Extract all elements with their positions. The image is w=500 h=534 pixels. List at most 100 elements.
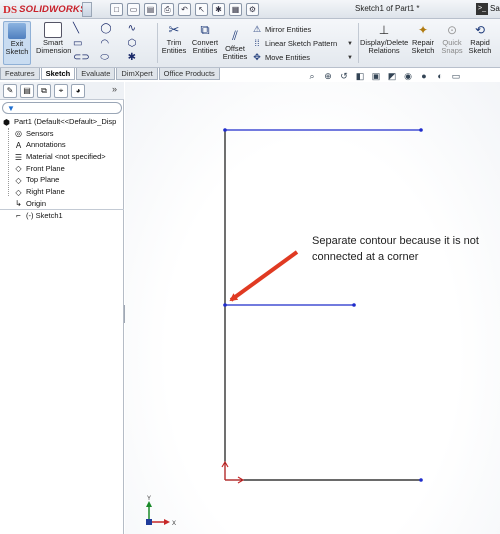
file-properties-icon[interactable]: ▦ bbox=[229, 3, 242, 16]
graphics-area[interactable]: Y X bbox=[125, 82, 500, 534]
tree-item[interactable]: ⌐ (-) Sketch1 bbox=[0, 210, 124, 222]
tree-item[interactable]: ⬢ Part1 (Default<<Default>_Disp bbox=[0, 116, 124, 128]
previous-view-icon[interactable]: ↺ bbox=[338, 70, 350, 82]
save-icon[interactable]: ▤ bbox=[144, 3, 157, 16]
plane-icon: ◇ bbox=[15, 164, 22, 174]
polygon-tool[interactable]: ⬡ bbox=[128, 37, 155, 52]
pattern-tools: ⚠ Mirror Entities ⁞⁞ Linear Sketch Patte… bbox=[252, 22, 357, 64]
open-icon[interactable]: ▭ bbox=[127, 3, 140, 16]
tree-item-label: Annotations bbox=[26, 140, 66, 150]
rectangle-tool[interactable]: ▭ bbox=[73, 37, 100, 52]
solidworks-logo[interactable]: DS SOLIDWORKS bbox=[3, 2, 87, 17]
trim-entities-button[interactable]: ✂ Trim Entities bbox=[160, 21, 188, 65]
repair-sketch-label: Repair Sketch bbox=[411, 38, 435, 55]
tree-item-label: Origin bbox=[26, 198, 47, 208]
triad-y-label: Y bbox=[147, 496, 151, 502]
sketch-endpoint[interactable] bbox=[352, 303, 356, 307]
sketch-endpoint[interactable] bbox=[419, 478, 423, 482]
tab-evaluate[interactable]: Evaluate bbox=[76, 68, 116, 80]
featuremanager-tab-icon[interactable]: ✎ bbox=[3, 84, 17, 98]
convert-entities-button[interactable]: ⧉ Convert Entities bbox=[190, 21, 220, 65]
select-icon[interactable]: ↖ bbox=[195, 3, 208, 16]
tree-item[interactable]: ◇ Top Plane bbox=[0, 174, 124, 186]
ribbon-separator bbox=[358, 23, 359, 63]
print-icon[interactable]: ⎙ bbox=[161, 3, 174, 16]
sketch-endpoint[interactable] bbox=[419, 128, 423, 132]
tab-dimxpert[interactable]: DimXpert bbox=[116, 68, 158, 80]
linear-sketch-pattern-button[interactable]: ⁞⁞ Linear Sketch Pattern bbox=[252, 36, 357, 50]
spline-tool[interactable]: ∿ bbox=[128, 22, 155, 37]
sketch-canvas[interactable]: Y X bbox=[125, 82, 500, 534]
view-orientation-icon[interactable]: ▣ bbox=[370, 70, 382, 82]
tree-item-label: Sensors bbox=[26, 128, 54, 138]
quick-snaps-button[interactable]: ⊙ Quick Snaps bbox=[440, 21, 464, 65]
mirror-entities-button[interactable]: ⚠ Mirror Entities bbox=[252, 22, 357, 36]
new-icon[interactable]: □ bbox=[110, 3, 123, 16]
view-settings-icon[interactable]: ▭ bbox=[450, 70, 462, 82]
tree-item[interactable]: ◎ Sensors bbox=[0, 128, 124, 140]
configurationmanager-tab-icon[interactable]: ⧉ bbox=[37, 84, 51, 98]
section-view-icon[interactable]: ◧ bbox=[354, 70, 366, 82]
hide-show-icon[interactable]: ◉ bbox=[402, 70, 414, 82]
offset-entities-label: Offset Entities bbox=[222, 44, 248, 61]
trim-icon: ✂ bbox=[168, 22, 180, 37]
apply-scene-icon[interactable]: ◐ bbox=[434, 70, 446, 82]
annotation-callout: Separate contour because it is not conne… bbox=[312, 235, 479, 263]
move-dropdown-arrow[interactable]: ▼ bbox=[347, 55, 353, 61]
panel-splitter[interactable] bbox=[0, 209, 124, 210]
rapid-sketch-button[interactable]: ⟲ Rapid Sketch bbox=[466, 21, 494, 65]
appearance-tab-icon[interactable]: ◕ bbox=[71, 84, 85, 98]
search-commands-icon[interactable]: >_ bbox=[476, 3, 488, 15]
menu-expand-arrow[interactable] bbox=[82, 2, 92, 17]
search-box-cut-label[interactable]: Sa bbox=[490, 4, 500, 13]
zoom-to-fit-icon[interactable]: ⌕ bbox=[306, 70, 318, 82]
ellipse-tool[interactable]: ⬭ bbox=[100, 51, 127, 66]
smart-dimension-button[interactable]: Smart Dimension bbox=[36, 21, 71, 65]
feature-manager-panel: » ✎ ▤ ⧉ ⌖ ◕ ▼ ⬢ Part1 (Default<<Default>_Disp… bbox=[0, 82, 124, 534]
tab-features[interactable]: Features bbox=[0, 68, 40, 80]
point-tool[interactable]: ✱ bbox=[128, 51, 155, 66]
display-style-icon[interactable]: ◩ bbox=[386, 70, 398, 82]
tree-item[interactable]: ☰ Material <not specified> bbox=[0, 151, 124, 163]
title-bar: DS SOLIDWORKS □ ▭ ▤ ⎙ ↶ ↖ ✱ ▦ ⚙ Sketch1 of Part1… bbox=[0, 0, 500, 19]
undo-icon[interactable]: ↶ bbox=[178, 3, 191, 16]
command-manager: Exit Sketch Smart Dimension ╲ ◯ ∿ ▭ ◠ ⬡ ⊂⊃ ⬭ ✱ ✂… bbox=[0, 19, 500, 68]
edit-appearance-icon[interactable]: ● bbox=[418, 70, 430, 82]
circle-tool[interactable]: ◯ bbox=[100, 22, 127, 37]
sketch-endpoint[interactable] bbox=[223, 128, 227, 132]
display-delete-relations-button[interactable]: ⊥ Display/Delete Relations bbox=[360, 21, 408, 65]
quick-snaps-label: Quick Snaps bbox=[441, 38, 463, 55]
zoom-area-icon[interactable]: ⊕ bbox=[322, 70, 334, 82]
exit-sketch-button[interactable]: Exit Sketch bbox=[3, 21, 31, 65]
more-tabs-chevron-icon[interactable]: » bbox=[112, 84, 117, 94]
trim-entities-label: Trim Entities bbox=[161, 38, 187, 55]
feature-tree: ⬢ Part1 (Default<<Default>_Disp ◎ Sensors A A… bbox=[0, 116, 124, 221]
propertymanager-tab-icon[interactable]: ▤ bbox=[20, 84, 34, 98]
feature-filter-input[interactable]: ▼ bbox=[2, 102, 122, 114]
repair-sketch-button[interactable]: ✦ Repair Sketch bbox=[410, 21, 436, 65]
offset-entities-button[interactable]: ⫽ Offset Entities bbox=[222, 27, 248, 71]
move-entities-button[interactable]: ✥ Move Entities bbox=[252, 50, 357, 64]
triad-x-label: X bbox=[172, 521, 176, 527]
line-tool[interactable]: ╲ bbox=[73, 22, 100, 37]
tree-item[interactable]: ◇ Right Plane bbox=[0, 186, 124, 198]
dimxpertmanager-tab-icon[interactable]: ⌖ bbox=[54, 84, 68, 98]
arc-tool[interactable]: ◠ bbox=[100, 37, 127, 52]
convert-icon: ⧉ bbox=[200, 22, 210, 37]
origin-icon: ↳ bbox=[15, 199, 22, 209]
quick-access-toolbar: □ ▭ ▤ ⎙ ↶ ↖ ✱ ▦ ⚙ bbox=[110, 3, 259, 16]
move-entities-label: Move Entities bbox=[265, 52, 311, 62]
tree-item[interactable]: ◇ Front Plane bbox=[0, 163, 124, 175]
rebuild-icon[interactable]: ✱ bbox=[212, 3, 225, 16]
tab-office-products[interactable]: Office Products bbox=[158, 68, 220, 80]
tree-item[interactable]: A Annotations bbox=[0, 139, 124, 151]
quick-snaps-icon: ⊙ bbox=[446, 23, 458, 37]
pattern-dropdown-arrow[interactable]: ▼ bbox=[347, 41, 353, 47]
tab-sketch[interactable]: Sketch bbox=[40, 68, 76, 80]
sketch-endpoint[interactable] bbox=[223, 303, 227, 307]
annotations-icon: A bbox=[15, 140, 22, 150]
slot-tool[interactable]: ⊂⊃ bbox=[73, 51, 100, 66]
part-icon: ⬢ bbox=[3, 117, 10, 127]
tree-item[interactable]: ↳ Origin bbox=[0, 198, 124, 210]
options-icon[interactable]: ⚙ bbox=[246, 3, 259, 16]
